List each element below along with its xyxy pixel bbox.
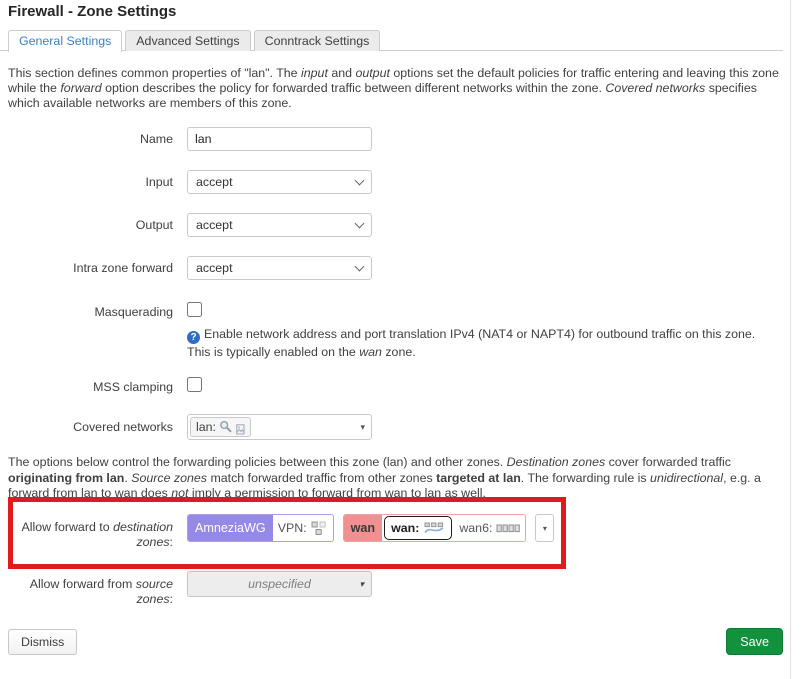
- section-description: This section defines common properties o…: [8, 66, 786, 110]
- covered-network-chip-label: lan:: [196, 420, 216, 434]
- save-button[interactable]: Save: [726, 628, 783, 655]
- forward-to-zones-widget[interactable]: AmneziaWG VPN: wan wan:: [187, 514, 554, 542]
- chevron-down-icon: [355, 175, 365, 185]
- zone-network-label: VPN:: [278, 521, 307, 535]
- zone-network-label: wan:: [391, 521, 419, 535]
- dropdown-arrow-icon: ▾: [360, 422, 365, 433]
- intra-zone-forward-value: accept: [196, 261, 233, 275]
- forward-from-dropdown[interactable]: unspecified ▾: [187, 571, 372, 597]
- output-label: Output: [8, 218, 173, 233]
- broken-image-icon: [236, 424, 245, 435]
- zone-name-badge: AmneziaWG: [188, 515, 273, 541]
- dismiss-button[interactable]: Dismiss: [8, 629, 77, 655]
- covered-network-chip-lan[interactable]: lan:: [190, 417, 251, 437]
- forward-from-value: unspecified: [248, 577, 311, 591]
- zone-network-label: wan6:: [459, 521, 492, 535]
- covered-networks-dropdown[interactable]: lan: ▾: [187, 414, 372, 440]
- zone-name-badge: wan: [344, 515, 383, 541]
- zone-network-wan[interactable]: wan:: [384, 516, 452, 540]
- name-input[interactable]: [187, 127, 372, 151]
- covered-networks-label: Covered networks: [8, 420, 173, 435]
- magnifier-icon: [219, 420, 233, 434]
- masquerading-help: ?Enable network address and port transla…: [187, 326, 769, 360]
- dropdown-arrow-icon: ▾: [543, 524, 547, 533]
- zone-tag-amneziawg[interactable]: AmneziaWG VPN:: [187, 514, 334, 542]
- ethernet-ports-icon: [311, 521, 328, 536]
- chevron-down-icon: [355, 261, 365, 271]
- dropdown-arrow-icon: ▾: [359, 579, 364, 590]
- input-label: Input: [8, 175, 173, 190]
- ethernet-ports-row-icon: [496, 524, 520, 533]
- output-select[interactable]: accept: [187, 213, 372, 237]
- tunnel-icon: [423, 522, 445, 535]
- zone-network-wan6: wan6:: [454, 515, 525, 541]
- tab-advanced-settings[interactable]: Advanced Settings: [125, 30, 250, 51]
- name-label: Name: [8, 132, 173, 147]
- intra-zone-forward-label: Intra zone forward: [8, 261, 173, 276]
- tab-conntrack-settings[interactable]: Conntrack Settings: [254, 30, 381, 51]
- intra-zone-forward-select[interactable]: accept: [187, 256, 372, 280]
- zone-tag-wan[interactable]: wan wan: wan6:: [343, 514, 527, 542]
- page-edge-divider: [790, 0, 791, 679]
- mss-clamping-checkbox[interactable]: [187, 377, 202, 392]
- masquerading-help-text: Enable network address and port translat…: [187, 327, 755, 359]
- masquerading-label: Masquerading: [8, 305, 173, 320]
- forwarding-note: The options below control the forwarding…: [8, 455, 788, 502]
- tab-bar: General Settings Advanced Settings Connt…: [0, 30, 783, 51]
- input-select[interactable]: accept: [187, 170, 372, 194]
- firewall-zone-settings-page: Firewall - Zone Settings General Setting…: [0, 0, 801, 679]
- tab-general-settings[interactable]: General Settings: [8, 30, 122, 52]
- input-select-value: accept: [196, 175, 233, 189]
- page-title: Firewall - Zone Settings: [8, 3, 176, 20]
- forward-to-label: Allow forward to destination zones:: [8, 520, 173, 550]
- add-zone-dropdown-button[interactable]: ▾: [535, 514, 554, 542]
- mss-clamping-label: MSS clamping: [8, 380, 173, 395]
- help-icon: ?: [187, 331, 200, 344]
- chevron-down-icon: [355, 218, 365, 228]
- forward-from-label: Allow forward from source zones:: [8, 577, 173, 607]
- masquerading-checkbox[interactable]: [187, 302, 202, 317]
- zone-network-vpn: VPN:: [273, 515, 333, 541]
- output-select-value: accept: [196, 218, 233, 232]
